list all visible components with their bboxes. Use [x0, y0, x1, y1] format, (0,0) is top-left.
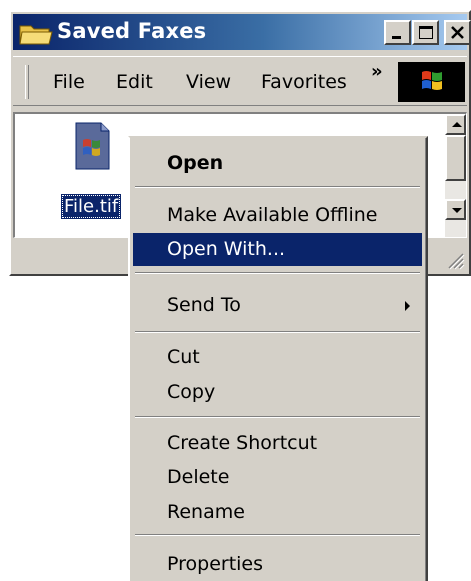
ctx-create-shortcut[interactable]: Create Shortcut [133, 427, 422, 460]
submenu-arrow-icon [405, 301, 410, 311]
ctx-separator [135, 331, 420, 333]
ctx-separator [135, 534, 420, 536]
minimize-button[interactable] [384, 20, 411, 45]
close-icon [451, 26, 464, 39]
context-menu: Open Make Available Offline Open With...… [128, 136, 428, 581]
ctx-separator [135, 272, 420, 274]
vertical-scrollbar[interactable] [445, 114, 466, 237]
ctx-make-available-offline[interactable]: Make Available Offline [133, 199, 422, 232]
folder-icon [19, 25, 53, 45]
menu-favorites[interactable]: Favorites [261, 71, 347, 93]
resize-grip-icon[interactable] [445, 250, 465, 270]
ctx-delete[interactable]: Delete [133, 461, 422, 494]
ctx-separator [135, 416, 420, 418]
ctx-rename[interactable]: Rename [133, 496, 422, 529]
maximize-button[interactable] [412, 20, 439, 45]
windows-logo-icon [398, 62, 465, 102]
scroll-thumb[interactable] [445, 135, 466, 181]
ctx-copy[interactable]: Copy [133, 376, 422, 409]
menu-view[interactable]: View [186, 71, 231, 93]
title-bar[interactable]: Saved Faxes [13, 14, 471, 50]
ctx-send-to[interactable]: Send To [133, 289, 422, 322]
arrow-up-icon [452, 122, 462, 127]
ctx-open-with[interactable]: Open With... [133, 233, 422, 266]
file-name-label[interactable]: File.tif [61, 194, 122, 219]
ctx-open[interactable]: Open [133, 147, 422, 180]
menu-bar: File Edit View Favorites » [13, 56, 467, 106]
close-button[interactable] [444, 20, 471, 45]
ctx-send-to-label: Send To [167, 294, 241, 316]
scroll-down-button[interactable] [445, 199, 466, 220]
menu-file[interactable]: File [53, 71, 85, 93]
ctx-separator [135, 186, 420, 188]
chevron-more-icon[interactable]: » [371, 61, 383, 82]
maximize-icon [419, 26, 433, 39]
arrow-down-icon [452, 208, 462, 213]
toolbar-grip[interactable] [25, 65, 29, 99]
minimize-icon [392, 36, 401, 39]
tif-file-icon[interactable] [73, 122, 111, 170]
menu-edit[interactable]: Edit [116, 71, 153, 93]
scroll-up-button[interactable] [445, 114, 466, 135]
ctx-properties[interactable]: Properties [133, 548, 422, 581]
ctx-cut[interactable]: Cut [133, 341, 422, 374]
window-title: Saved Faxes [57, 19, 207, 43]
